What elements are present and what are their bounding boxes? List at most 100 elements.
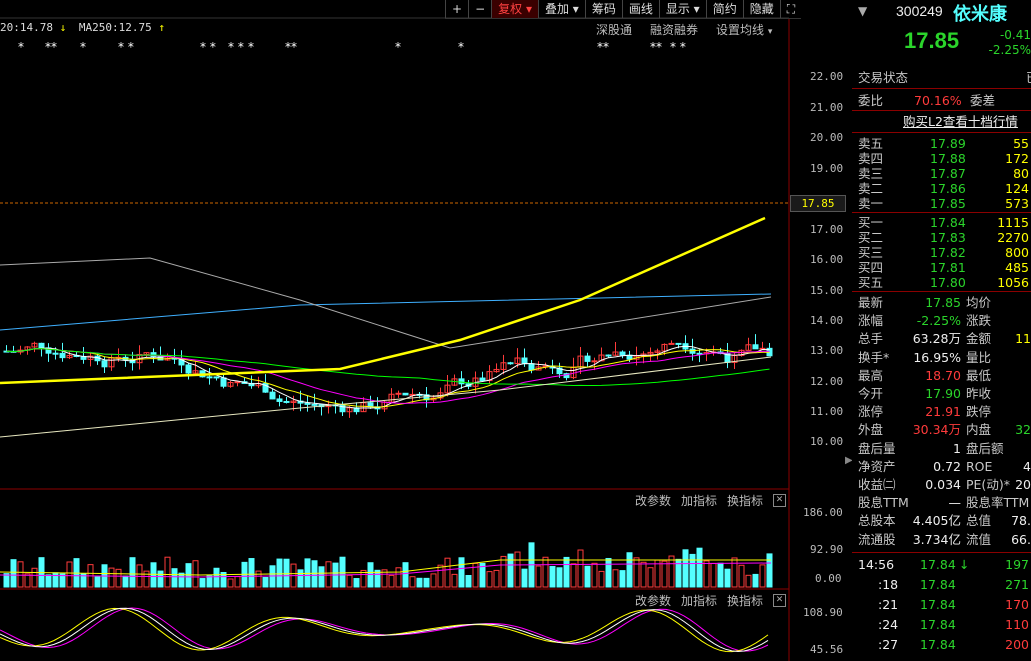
expand-icon[interactable]: ⛶ [779, 0, 801, 18]
arrow-up-icon: ↑ [158, 21, 165, 34]
volume-bar [353, 578, 360, 588]
toolbar-item-6[interactable]: 显示 ▾ [658, 0, 706, 18]
candle [136, 345, 143, 370]
event-marker[interactable]: ** [45, 40, 57, 54]
candle [31, 341, 38, 353]
candle [59, 342, 66, 362]
volume-bar [395, 567, 402, 588]
close-icon[interactable]: ✕ [773, 594, 787, 607]
ma250-line [0, 356, 772, 438]
candle [612, 341, 619, 357]
candle [479, 371, 486, 382]
candle [745, 337, 752, 351]
event-marker[interactable]: * [248, 40, 254, 54]
stat-row: 涨停 21.91 跌停 [858, 404, 992, 420]
link-set-ma[interactable]: 设置均线 ▾ [716, 21, 772, 38]
volume-bar [423, 577, 430, 588]
volume-bar [514, 551, 521, 588]
event-marker[interactable]: ** [285, 40, 297, 54]
volume-bar [745, 574, 752, 588]
volume-axis-mid: 92.90 [810, 543, 844, 556]
chart-toolbar: + − 复权 ▾ 叠加 ▾ 筹码 画线 显示 ▾ 简约 隐藏 ⛶ [445, 0, 802, 19]
close-icon[interactable]: ✕ [773, 494, 787, 507]
volume-add-indicator[interactable]: 加指标 [681, 492, 717, 509]
kline-chart[interactable] [0, 0, 790, 661]
bids-row[interactable]: 买一 17.84 1115 [858, 215, 1031, 230]
quote-panel: ▼ 300249 依米康 17.85 -0.41 -2.25% 交易状态 已 委… [852, 0, 1031, 661]
indicator-add-indicator[interactable]: 加指标 [681, 592, 717, 609]
indicator-switch-indicator[interactable]: 换指标 [727, 592, 763, 609]
toolbar-item-0[interactable]: + [445, 0, 468, 18]
stat-row: 股息TTM — 股息率TTM [858, 495, 1030, 511]
toolbar-item-4[interactable]: 筹码 [584, 0, 622, 18]
link-hk-connect[interactable]: 深股通 [596, 21, 632, 38]
bids-row[interactable]: 买二 17.83 2270 [858, 230, 1031, 245]
stat-row: 外盘 30.34万 内盘 32 [858, 422, 1031, 438]
caret-down-icon: ▾ [767, 27, 773, 37]
candle [38, 342, 45, 357]
volume-bar [451, 573, 458, 588]
toolbar-item-5[interactable]: 画线 [621, 0, 659, 18]
toolbar-item-3[interactable]: 叠加 ▾ [537, 0, 585, 18]
price-tick-label: 10.00 [810, 435, 844, 448]
toolbar-item-7[interactable]: 简约 [705, 0, 743, 18]
asks-row[interactable]: 卖二 17.86 124 [858, 181, 1031, 196]
toolbar-item-8[interactable]: 隐藏 [742, 0, 780, 18]
candle [668, 340, 675, 345]
event-marker[interactable]: ** [650, 40, 662, 54]
buy-l2-link[interactable]: 购买L2查看十档行情 [903, 114, 1018, 129]
panel-collapse-handle[interactable]: ▶ [845, 455, 853, 473]
candle [710, 345, 717, 356]
volume-switch-indicator[interactable]: 换指标 [727, 492, 763, 509]
price-tick-label: 11.00 [810, 405, 844, 418]
candle [311, 393, 318, 411]
volume-bar [689, 553, 696, 588]
event-marker[interactable]: * * [200, 40, 216, 54]
ma-long-line [0, 293, 772, 331]
indicator-axis-top: 108.90 [803, 606, 843, 619]
toolbar-item-1[interactable]: − [468, 0, 491, 18]
volume-axis-zero: 0.00 [815, 572, 842, 585]
event-marker[interactable]: * [395, 40, 401, 54]
link-margin-trading[interactable]: 融资融券 [650, 21, 698, 38]
trade-status-row: 交易状态 已 [858, 70, 1031, 85]
event-marker[interactable]: * * [670, 40, 686, 54]
event-marker[interactable]: * [18, 40, 24, 54]
stat-row: 流通股 3.734亿 流值 66. [858, 531, 1031, 547]
volume-edit-params[interactable]: 改参数 [635, 492, 671, 509]
candle [570, 357, 577, 380]
bids-row[interactable]: 买三 17.82 800 [858, 245, 1031, 260]
candle [206, 367, 213, 385]
candle [759, 341, 766, 350]
bids-row[interactable]: 买五 17.80 1056 [858, 275, 1031, 290]
volume-bar [171, 568, 178, 588]
tick-row: :24 17.84 110 [878, 617, 1029, 632]
candle [577, 347, 584, 375]
toolbar-item-2[interactable]: 复权 ▾ [491, 0, 538, 18]
price-change: -0.41 [999, 28, 1031, 42]
price-tick-label: 22.00 [810, 70, 844, 83]
menu-triangle-icon[interactable]: ▼ [858, 4, 867, 18]
event-marker[interactable]: * * [118, 40, 134, 54]
volume-bar [766, 553, 773, 588]
volume-bar [234, 576, 241, 588]
price-tick-label: 16.00 [810, 253, 844, 266]
candle [493, 363, 500, 373]
bids-row[interactable]: 买四 17.81 485 [858, 260, 1031, 275]
indicator-edit-params[interactable]: 改参数 [635, 592, 671, 609]
event-marker[interactable]: * [80, 40, 86, 54]
volume-bar [647, 567, 654, 588]
price-tick-label: 20.00 [810, 131, 844, 144]
asks-row[interactable]: 卖四 17.88 172 [858, 151, 1031, 166]
volume-bar [31, 567, 38, 588]
asks-row[interactable]: 卖一 17.85 573 [858, 196, 1031, 211]
event-marker[interactable]: ** [597, 40, 609, 54]
indicator-panel-links: 改参数 加指标 换指标 ✕ [635, 592, 787, 609]
candle [437, 387, 444, 401]
asks-row[interactable]: 卖三 17.87 80 [858, 166, 1031, 181]
asks-row[interactable]: 卖五 17.89 55 [858, 136, 1031, 151]
event-marker[interactable]: * [458, 40, 464, 54]
event-marker[interactable]: * * [228, 40, 244, 54]
candle [724, 342, 731, 369]
volume-bar [402, 562, 409, 588]
